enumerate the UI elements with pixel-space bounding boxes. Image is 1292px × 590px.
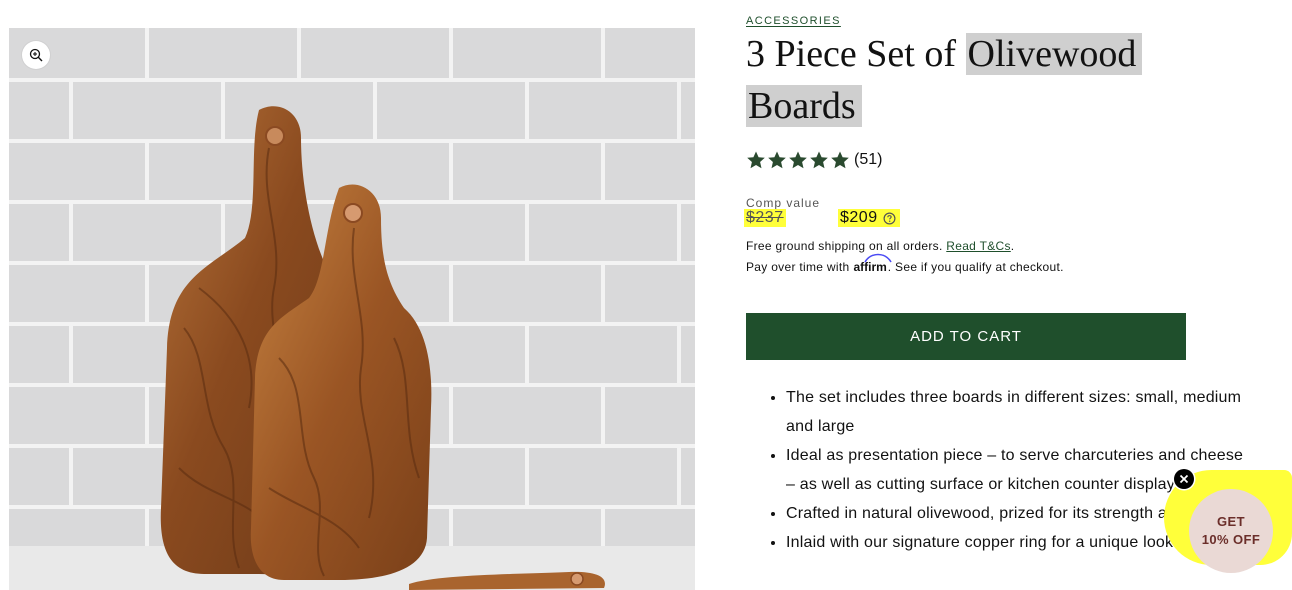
rating-count[interactable]: (51) — [854, 151, 882, 169]
add-to-cart-button[interactable]: ADD TO CART — [746, 313, 1186, 360]
zoom-icon — [29, 48, 43, 62]
sale-price: $209 — [838, 209, 900, 227]
question-circle-icon[interactable] — [883, 212, 896, 225]
star-icon — [810, 151, 828, 169]
comp-value-label: Comp value — [746, 196, 821, 210]
star-icon — [768, 151, 786, 169]
affirm-arc-icon — [864, 253, 893, 263]
close-icon — [1179, 474, 1189, 484]
product-image[interactable] — [9, 28, 695, 590]
olivewood-boards-photo — [9, 28, 695, 590]
pay-later-info: Pay over time with affirm . See if you q… — [746, 253, 1064, 274]
shipping-info: Free ground shipping on all orders. Read… — [746, 239, 1014, 253]
title-part-1: 3 Piece Set of — [746, 33, 966, 75]
compare-price: $237 — [744, 209, 786, 227]
affirm-logo[interactable]: affirm — [853, 253, 893, 274]
paylater-suffix: . See if you qualify at checkout. — [887, 260, 1064, 274]
promo-line-1: GET — [1217, 514, 1245, 529]
rating[interactable]: (51) — [746, 150, 882, 170]
discount-popup-button[interactable]: GET 10% OFF — [1189, 489, 1273, 573]
feature-item: The set includes three boards in differe… — [786, 383, 1256, 441]
zoom-button[interactable] — [22, 41, 50, 69]
shipping-end: . — [1010, 239, 1015, 253]
title-part-3: Boards — [746, 85, 862, 127]
terms-link[interactable]: Read T&Cs — [946, 239, 1011, 253]
shipping-text: Free ground shipping on all orders. — [746, 239, 943, 253]
vendor-link[interactable]: ACCESSORIES — [746, 15, 841, 27]
promo-line-2: 10% OFF — [1201, 532, 1261, 547]
star-icon — [789, 151, 807, 169]
star-icon — [747, 151, 765, 169]
popup-close-button[interactable] — [1174, 469, 1194, 489]
product-title: 3 Piece Set of Olivewood Boards — [746, 28, 1186, 132]
paylater-prefix: Pay over time with — [746, 260, 850, 274]
title-part-2: Olivewood — [965, 33, 1143, 75]
sale-price-value: $209 — [840, 209, 878, 226]
star-icon — [831, 151, 849, 169]
